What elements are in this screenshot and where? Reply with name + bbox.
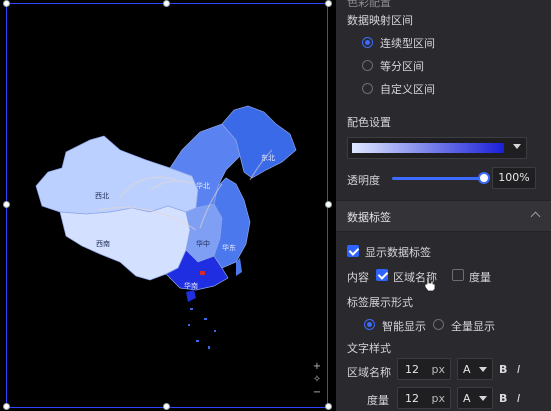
region-font-size-input[interactable]: 12 px <box>397 358 451 380</box>
opacity-slider-thumb[interactable] <box>478 172 490 184</box>
gradient-swatch <box>352 143 504 153</box>
radio-icon[interactable] <box>433 319 444 330</box>
color-scheme-dropdown[interactable] <box>347 137 527 159</box>
resize-handle-left[interactable] <box>3 201 10 208</box>
resize-handle-top-right[interactable] <box>325 0 332 7</box>
resize-handle-top[interactable] <box>163 0 170 7</box>
text-style-label: 文字样式 <box>347 342 391 355</box>
measure-font-size-input[interactable]: 12 px <box>397 387 451 409</box>
radio-icon[interactable] <box>362 60 373 71</box>
checkbox-icon[interactable] <box>347 245 359 257</box>
opacity-slider[interactable] <box>392 172 490 184</box>
region-font-color-dropdown[interactable]: A <box>457 358 493 380</box>
hand-cursor-icon <box>424 276 436 292</box>
zoom-in-icon[interactable]: + <box>310 360 324 373</box>
opacity-slider-fill <box>392 177 484 180</box>
chevron-up-icon[interactable] <box>530 211 541 222</box>
resize-handle-top-left[interactable] <box>3 0 10 7</box>
mapping-range-label: 数据映射区间 <box>347 14 413 27</box>
resize-handle-bottom-left[interactable] <box>3 403 10 410</box>
font-color-icon: A <box>463 392 471 405</box>
chevron-down-icon <box>513 144 521 149</box>
unit-label: px <box>431 363 446 376</box>
color-setting-label: 配色设置 <box>347 116 391 129</box>
resize-handle-bottom[interactable] <box>163 403 170 410</box>
bold-button[interactable]: B <box>499 363 511 376</box>
section-title: 数据标签 <box>347 211 391 224</box>
radio-icon[interactable] <box>362 37 373 48</box>
measure-font-color-dropdown[interactable]: A <box>457 387 493 409</box>
resize-handle-bottom-right[interactable] <box>325 403 332 410</box>
reset-view-icon[interactable]: ✧ <box>310 373 324 386</box>
settings-panel: 色彩配置 数据映射区间 连续型区间 等分区间 自定义区间 配色设置 透明度 10… <box>336 0 551 411</box>
opacity-input[interactable]: 100% <box>492 167 536 189</box>
radio-icon[interactable] <box>362 83 373 94</box>
italic-button[interactable]: I <box>517 392 529 405</box>
resize-handle-right[interactable] <box>325 201 332 208</box>
map-canvas[interactable]: 西北 西南 华北 东北 华中 华东 华南 + ✧ − <box>0 0 336 411</box>
chevron-down-icon <box>479 396 487 401</box>
bold-button[interactable]: B <box>499 392 511 405</box>
opacity-label: 透明度 <box>347 174 380 187</box>
zoom-out-icon[interactable]: − <box>310 386 324 399</box>
checkbox-icon[interactable] <box>376 269 388 281</box>
italic-button[interactable]: I <box>517 363 529 376</box>
checkbox-icon[interactable] <box>452 269 464 281</box>
chevron-down-icon <box>479 367 487 372</box>
data-label-section-header[interactable]: 数据标签 <box>336 200 551 232</box>
color-config-heading: 色彩配置 <box>347 0 391 9</box>
label-form-label: 标签展示形式 <box>347 296 413 309</box>
radio-icon[interactable] <box>364 319 375 330</box>
unit-label: px <box>431 392 446 405</box>
font-color-icon: A <box>463 363 471 376</box>
selection-frame <box>6 3 328 408</box>
map-zoom-controls: + ✧ − <box>310 360 324 399</box>
